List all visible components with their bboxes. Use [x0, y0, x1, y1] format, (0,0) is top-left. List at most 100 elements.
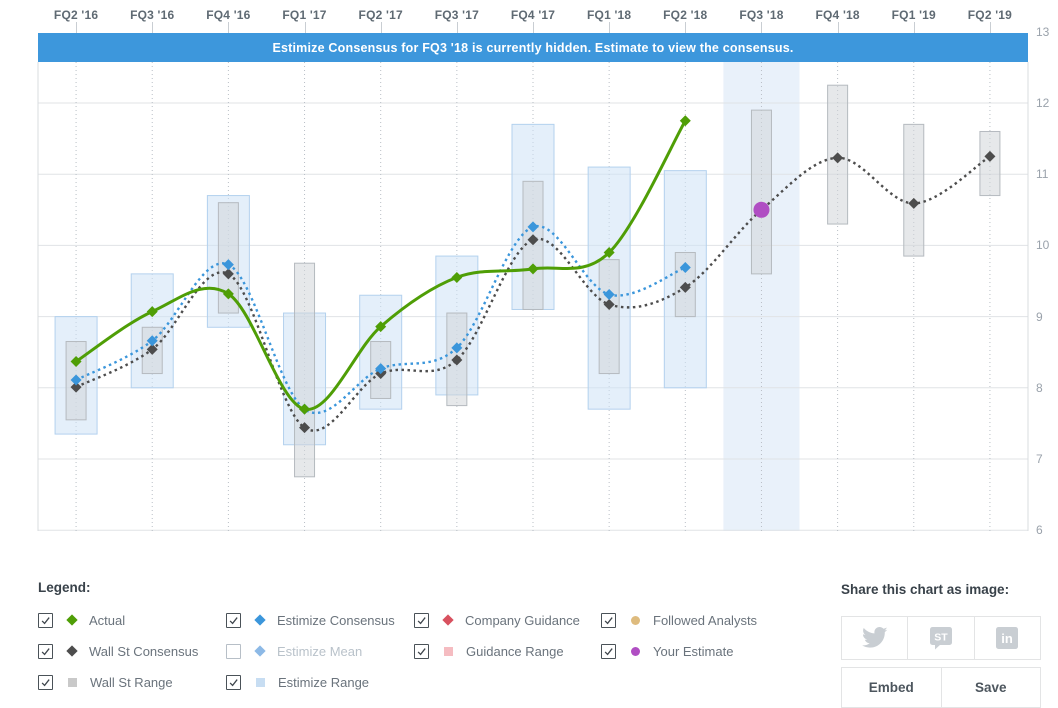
share-action-buttons: Embed Save [841, 667, 1041, 708]
x-axis-tick [304, 22, 306, 33]
x-axis-label: FQ1 '17 [282, 8, 327, 22]
series-your-estimate [753, 201, 770, 218]
x-axis-label: FQ2 '17 [358, 8, 403, 22]
y-axis-label: 9 [1036, 309, 1043, 324]
svg-text:ST: ST [934, 632, 948, 644]
x-axis-tick [685, 22, 687, 33]
legend-label: Actual [89, 612, 126, 628]
x-axis-tick [913, 22, 915, 33]
checkbox-your-estimate[interactable] [601, 643, 616, 659]
legend-label: Followed Analysts [653, 612, 758, 628]
legend-marker-followed-analysts [631, 615, 640, 625]
x-axis-label: FQ2 '18 [663, 8, 708, 22]
checkbox-followed-analysts[interactable] [601, 612, 616, 628]
x-axis-tick [533, 22, 534, 33]
x-axis-tick [761, 22, 763, 33]
y-axis-label: 12 [1036, 96, 1050, 110]
x-axis-tick [837, 22, 839, 33]
checkmark-icon [604, 647, 613, 655]
checkmark-icon [41, 647, 50, 655]
share-title: Share this chart as image: [841, 582, 1010, 597]
y-axis-label: 8 [1036, 380, 1043, 395]
checkbox-estimize-consensus[interactable] [226, 612, 241, 628]
checkmark-icon [41, 616, 50, 624]
checkbox-company-guidance[interactable] [414, 612, 429, 628]
legend-item-wall-st-consensus: Wall St Consensus [38, 640, 226, 662]
data-point-circle[interactable] [753, 201, 770, 218]
range-bar [979, 130, 1001, 197]
legend-items: Actual Wall St Consensus Wall St Range Esti… [38, 609, 791, 702]
legend-item-estimize-range: Estimize Range [226, 671, 414, 693]
data-point-diamond[interactable] [679, 115, 691, 127]
checkmark-icon [229, 616, 238, 624]
legend: Legend: Actual Wall St Consensus Wall St R… [38, 580, 791, 702]
legend-item-wall-st-range: Wall St Range [38, 671, 226, 693]
legend-marker-actual [66, 614, 78, 626]
x-axis-tick [456, 22, 458, 33]
x-axis-tick [152, 22, 154, 33]
legend-column: Company Guidance Guidance Range [414, 609, 601, 671]
legend-label: Company Guidance [465, 612, 580, 628]
checkbox-estimize-mean[interactable] [226, 643, 241, 659]
linkedin-icon: in [996, 627, 1019, 649]
x-axis-tick [380, 22, 382, 33]
legend-marker-company-guidance [442, 614, 454, 626]
range-bar [903, 123, 925, 257]
share-social-buttons: ST in [841, 616, 1041, 660]
checkbox-wall-st-consensus[interactable] [38, 643, 53, 659]
legend-marker-wall-st-range [68, 677, 77, 687]
checkbox-wall-st-range[interactable] [38, 674, 53, 690]
legend-item-guidance-range: Guidance Range [414, 640, 601, 662]
range-bar [294, 262, 316, 478]
x-axis-tick [228, 22, 230, 33]
legend-label: Wall St Range [90, 674, 173, 690]
legend-marker-estimize-range [256, 677, 265, 687]
share-linkedin-button[interactable]: in [973, 616, 1041, 660]
x-axis-label: FQ4 '17 [510, 8, 556, 22]
checkmark-icon [229, 678, 238, 686]
legend-marker-your-estimate [631, 646, 640, 656]
legend-label: Guidance Range [466, 643, 564, 659]
legend-marker-wall-st-consensus [66, 645, 78, 657]
svg-text:in: in [1002, 631, 1014, 646]
x-axis-label: FQ2 '19 [967, 8, 1013, 22]
x-axis-tick [989, 22, 991, 33]
checkbox-guidance-range[interactable] [414, 643, 429, 659]
checkmark-icon [41, 678, 50, 686]
x-axis-label: FQ3 '16 [130, 8, 175, 22]
banner-text: Estimize Consensus for FQ3 '18 is curren… [272, 40, 794, 55]
y-axis-label: 7 [1036, 452, 1043, 466]
share-panel: Share this chart as image: ST in Embed Sav… [841, 582, 1041, 708]
legend-title: Legend: [38, 580, 91, 595]
save-button[interactable]: Save [940, 667, 1041, 708]
legend-label: Estimize Mean [277, 643, 363, 659]
x-axis-label: FQ4 '16 [206, 8, 251, 22]
x-axis-tick [609, 22, 611, 33]
legend-item-company-guidance: Company Guidance [414, 609, 601, 631]
legend-label: Your Estimate [653, 643, 734, 659]
x-axis-label: FQ2 '16 [53, 8, 99, 22]
checkbox-actual[interactable] [38, 612, 53, 628]
share-twitter-button[interactable] [841, 616, 909, 660]
legend-item-followed-analysts: Followed Analysts [601, 609, 791, 631]
x-axis-tick [76, 22, 78, 33]
legend-marker-estimize-mean [254, 645, 266, 657]
embed-button[interactable]: Embed [841, 667, 942, 708]
range-bar [750, 109, 772, 275]
range-bar [598, 259, 620, 375]
legend-column: Estimize Consensus Estimize Mean Estimize … [226, 609, 414, 702]
share-stocktwits-button[interactable]: ST [907, 616, 975, 660]
x-axis-label: FQ4 '18 [815, 8, 860, 22]
checkmark-icon [604, 616, 613, 624]
stocktwits-icon: ST [929, 627, 952, 650]
x-axis-label: FQ1 '18 [587, 8, 632, 22]
checkmark-icon [417, 616, 426, 624]
y-axis-label: 6 [1036, 523, 1043, 538]
legend-label: Estimize Consensus [277, 612, 395, 628]
y-axis-label: 11 [1036, 167, 1049, 182]
legend-item-your-estimate: Your Estimate [601, 640, 791, 662]
checkbox-estimize-range[interactable] [226, 674, 241, 690]
checkmark-icon [417, 647, 426, 655]
y-axis-label: 13 [1036, 24, 1050, 39]
x-axis-label: FQ3 '18 [739, 8, 784, 22]
